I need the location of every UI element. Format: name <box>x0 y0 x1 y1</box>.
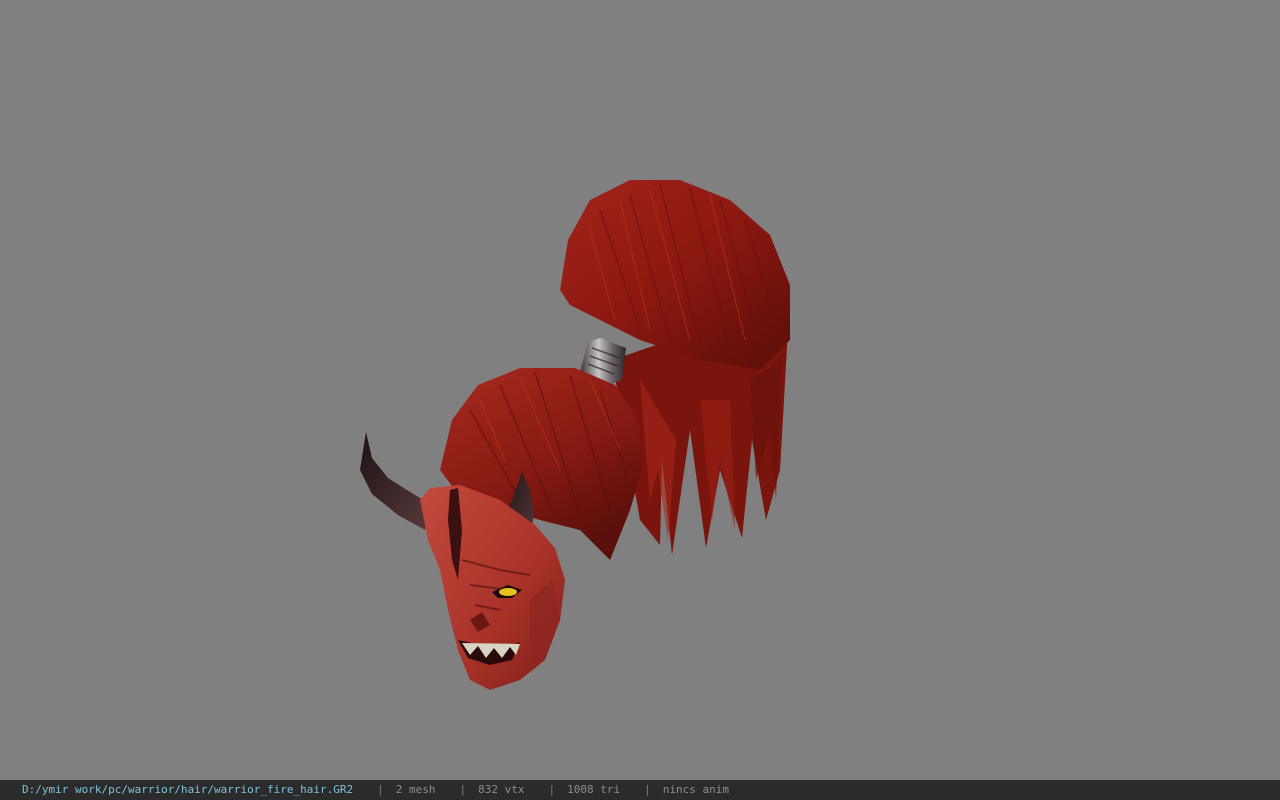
vertex-count: 832 vtx <box>478 783 525 796</box>
separator: | <box>644 783 651 796</box>
3d-viewport[interactable] <box>0 0 1280 780</box>
animation-status: nincs anim <box>662 783 729 796</box>
mesh-count: 2 mesh <box>395 783 436 796</box>
separator: | <box>459 783 467 796</box>
triangle-count: 1008 tri <box>567 783 621 796</box>
status-bar: D:/ymir work/pc/warrior/hair/warrior_fir… <box>0 780 1280 800</box>
separator: | <box>377 783 384 796</box>
model-render <box>360 180 790 690</box>
eye-icon <box>499 588 517 596</box>
file-path: D:/ymir work/pc/warrior/hair/warrior_fir… <box>22 783 354 796</box>
separator: | <box>548 783 556 796</box>
